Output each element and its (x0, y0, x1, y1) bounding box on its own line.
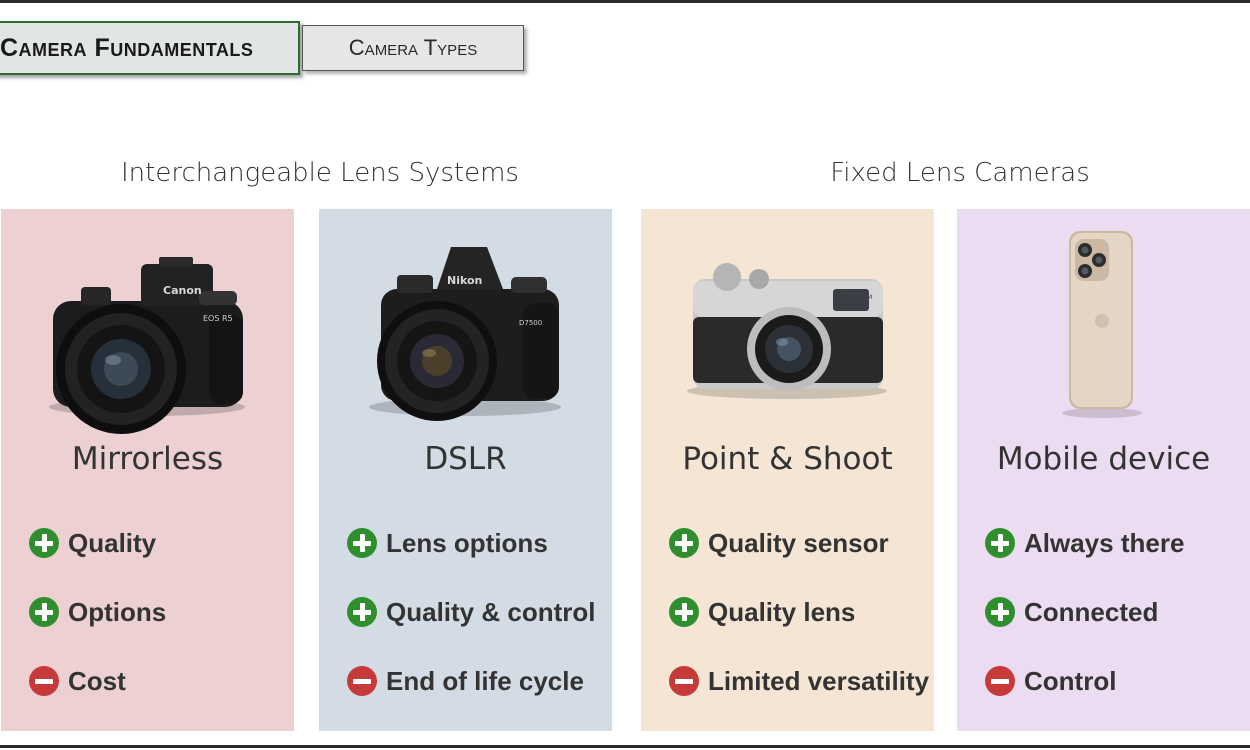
card-title: Mobile device (996, 441, 1211, 477)
feature-item: Lens options (347, 526, 548, 560)
plus-circle-icon (347, 528, 377, 558)
feature-label: Cost (68, 665, 126, 696)
feature-label: Quality & control (386, 596, 596, 627)
tab-camera-types[interactable]: Camera Types (302, 25, 524, 71)
smartphone-image (1062, 231, 1142, 418)
minus-circle-icon (985, 666, 1015, 696)
group-heading-interchangeable: Interchangeable Lens Systems (121, 158, 519, 188)
feature-label: Lens options (386, 527, 548, 558)
plus-circle-icon (29, 597, 59, 627)
tab-label: Camera Fundamentals (0, 33, 254, 62)
plus-circle-icon (29, 528, 59, 558)
plus-circle-icon (985, 597, 1015, 627)
plus-circle-icon (669, 528, 699, 558)
dslr-camera-image: Nikon D7500 (369, 247, 561, 421)
feature-label: Connected (1024, 596, 1159, 627)
camera-card-mirrorless: Canon EOS R5 Mirrorless Quality Options … (1, 209, 294, 731)
minus-circle-icon (669, 666, 699, 696)
feature-label: Quality sensor (708, 527, 889, 558)
plus-circle-icon (985, 528, 1015, 558)
plus-circle-icon (669, 597, 699, 627)
feature-item: Options (29, 595, 166, 629)
bottom-border (0, 745, 1250, 748)
feature-label: End of life cycle (386, 665, 584, 696)
feature-label: Control (1024, 665, 1117, 696)
card-title: Mirrorless (71, 441, 224, 477)
camera-brand-text: Nikon (447, 274, 482, 287)
minus-circle-icon (29, 666, 59, 696)
camera-brand-text: FUJIFILM (847, 294, 872, 301)
feature-label: Always there (1024, 527, 1185, 558)
feature-item: End of life cycle (347, 664, 584, 698)
feature-item: Always there (985, 526, 1184, 560)
camera-card-point-and-shoot: FUJIFILM Point & Shoot Quality sensor Qu… (641, 209, 934, 731)
feature-item: Quality sensor (669, 526, 889, 560)
camera-card-dslr: Nikon D7500 DSLR Lens options Quality & … (319, 209, 612, 731)
feature-label: Quality (68, 527, 157, 558)
top-border (0, 0, 1250, 3)
tab-label: Camera Types (348, 35, 478, 60)
feature-label: Options (68, 596, 167, 627)
feature-item: Connected (985, 595, 1158, 629)
feature-label: Limited versatility (708, 665, 930, 696)
compact-camera-image: FUJIFILM (687, 263, 887, 399)
camera-brand-text: Canon (163, 284, 202, 297)
camera-card-mobile-device: Mobile device Always there Connected Con… (957, 209, 1250, 731)
feature-item: Cost (29, 664, 126, 698)
tab-camera-fundamentals[interactable]: Camera Fundamentals (0, 21, 300, 75)
feature-item: Limited versatility (669, 664, 929, 698)
camera-model-text: EOS R5 (203, 314, 233, 323)
feature-item: Control (985, 664, 1116, 698)
feature-item: Quality (29, 526, 156, 560)
minus-circle-icon (347, 666, 377, 696)
feature-label: Quality lens (708, 596, 856, 627)
camera-model-text: D7500 (519, 319, 542, 327)
feature-item: Quality lens (669, 595, 855, 629)
group-heading-fixed-lens: Fixed Lens Cameras (830, 158, 1090, 188)
mirrorless-camera-image: Canon EOS R5 (49, 257, 245, 434)
card-title: Point & Shoot (682, 441, 893, 477)
card-title: DSLR (424, 441, 507, 477)
feature-item: Quality & control (347, 595, 595, 629)
plus-circle-icon (347, 597, 377, 627)
